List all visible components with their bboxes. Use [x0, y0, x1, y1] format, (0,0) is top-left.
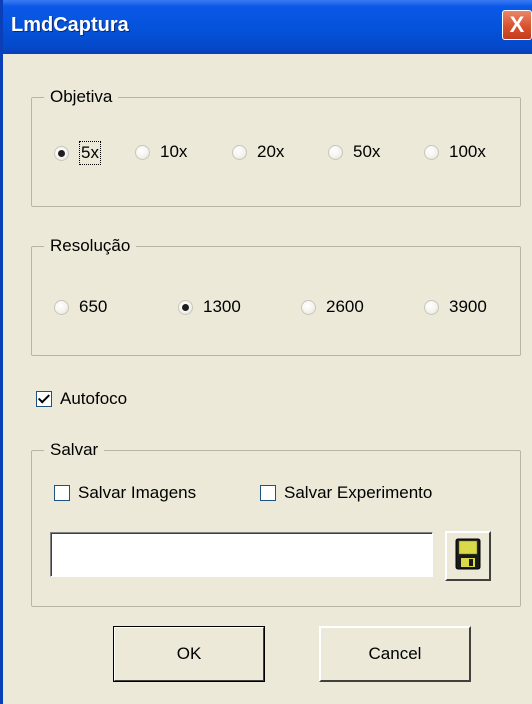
resolucao-option-650[interactable]: 650 — [54, 296, 107, 318]
objetiva-label-100x: 100x — [449, 142, 486, 161]
objetiva-option-20x[interactable]: 20x — [232, 141, 284, 163]
resolucao-label-650: 650 — [79, 297, 108, 316]
salvar-imagens-checkbox[interactable] — [54, 485, 70, 501]
radio-2600[interactable] — [301, 299, 316, 315]
save-path-input[interactable] — [50, 532, 433, 577]
objetiva-legend: Objetiva — [44, 86, 119, 108]
objetiva-option-5x[interactable]: 5x — [54, 141, 101, 165]
salvar-experimento-label: Salvar Experimento — [284, 483, 433, 502]
browse-save-button[interactable] — [445, 531, 491, 581]
resolucao-option-2600[interactable]: 2600 — [301, 296, 364, 318]
resolucao-label-1300: 1300 — [203, 297, 241, 316]
radio-100x[interactable] — [424, 144, 439, 160]
ok-button[interactable]: OK — [113, 626, 265, 682]
autofoco-label: Autofoco — [60, 389, 128, 408]
salvar-experimento-checkbox[interactable] — [260, 485, 276, 501]
radio-1300[interactable] — [178, 299, 193, 315]
objetiva-label-10x: 10x — [160, 142, 188, 161]
cancel-button[interactable]: Cancel — [319, 626, 471, 682]
radio-20x[interactable] — [232, 144, 247, 160]
salvar-group: Salvar — [31, 439, 521, 607]
objetiva-label-50x: 50x — [353, 142, 381, 161]
autofoco-option[interactable]: Autofoco — [36, 388, 127, 410]
title-bar[interactable]: LmdCaptura X — [3, 0, 532, 54]
ok-button-label: OK — [176, 644, 202, 663]
salvar-imagens-option[interactable]: Salvar Imagens — [54, 482, 196, 504]
salvar-experimento-option[interactable]: Salvar Experimento — [260, 482, 432, 504]
radio-650[interactable] — [54, 299, 69, 315]
dialog-window: LmdCaptura X Objetiva 5x 10x 20x 50x 100… — [0, 0, 532, 704]
objetiva-option-50x[interactable]: 50x — [328, 141, 380, 163]
radio-3900[interactable] — [424, 299, 439, 315]
radio-50x[interactable] — [328, 144, 343, 160]
objetiva-label-5x: 5x — [79, 141, 101, 165]
cancel-button-label: Cancel — [368, 644, 422, 663]
resolucao-label-3900: 3900 — [449, 297, 487, 316]
resolucao-label-2600: 2600 — [326, 297, 364, 316]
objetiva-option-10x[interactable]: 10x — [135, 141, 187, 163]
resolucao-option-3900[interactable]: 3900 — [424, 296, 487, 318]
resolucao-option-1300[interactable]: 1300 — [178, 296, 241, 318]
salvar-imagens-label: Salvar Imagens — [78, 483, 197, 502]
resolucao-legend: Resolução — [44, 235, 137, 257]
radio-5x[interactable] — [54, 145, 69, 161]
window-title: LmdCaptura — [11, 14, 129, 36]
floppy-disk-icon — [455, 538, 481, 575]
radio-10x[interactable] — [135, 144, 150, 160]
close-icon: X — [509, 12, 525, 37]
salvar-legend: Salvar — [44, 439, 105, 461]
close-button[interactable]: X — [502, 10, 532, 40]
objetiva-option-100x[interactable]: 100x — [424, 141, 486, 163]
autofoco-checkbox[interactable] — [36, 391, 52, 407]
objetiva-label-20x: 20x — [257, 142, 285, 161]
